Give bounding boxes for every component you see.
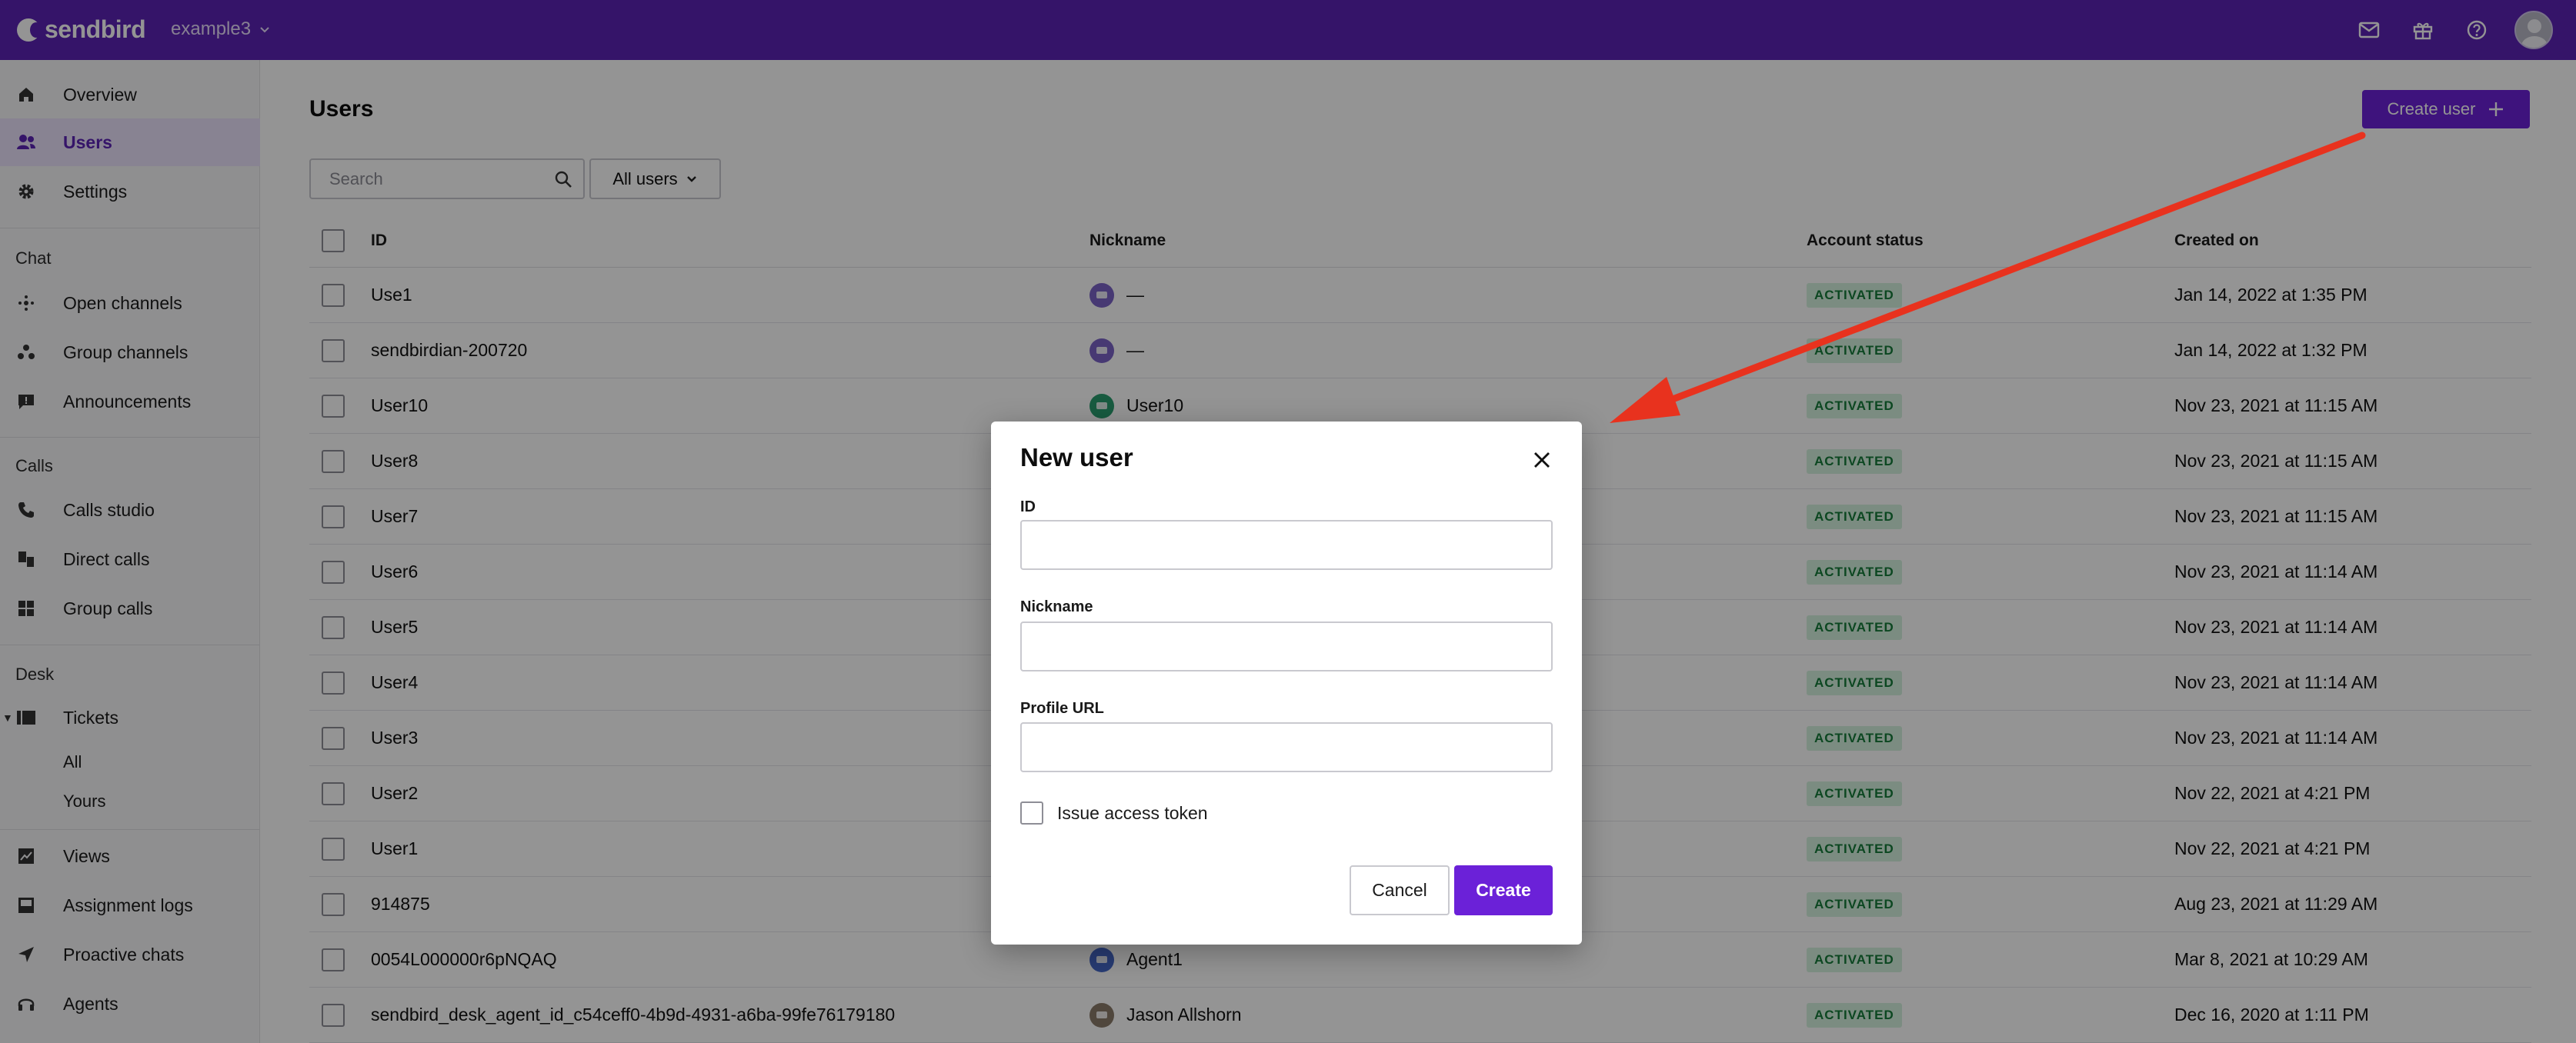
new-user-dialog: New user ID Nickname Profile URL Issue a… [991, 422, 1582, 945]
create-button[interactable]: Create [1454, 865, 1553, 915]
nickname-label: Nickname [1020, 598, 1093, 615]
issue-token-option[interactable]: Issue access token [1020, 801, 1208, 825]
profile-url-label: Profile URL [1020, 700, 1104, 717]
profile-url-field[interactable] [1020, 722, 1553, 772]
issue-token-checkbox[interactable] [1020, 801, 1043, 825]
cancel-button[interactable]: Cancel [1350, 865, 1450, 915]
id-label: ID [1020, 498, 1036, 515]
id-field[interactable] [1020, 520, 1553, 570]
close-icon[interactable] [1530, 448, 1554, 472]
issue-token-label: Issue access token [1057, 802, 1208, 823]
nickname-field[interactable] [1020, 621, 1553, 671]
dialog-title: New user [1020, 443, 1133, 472]
